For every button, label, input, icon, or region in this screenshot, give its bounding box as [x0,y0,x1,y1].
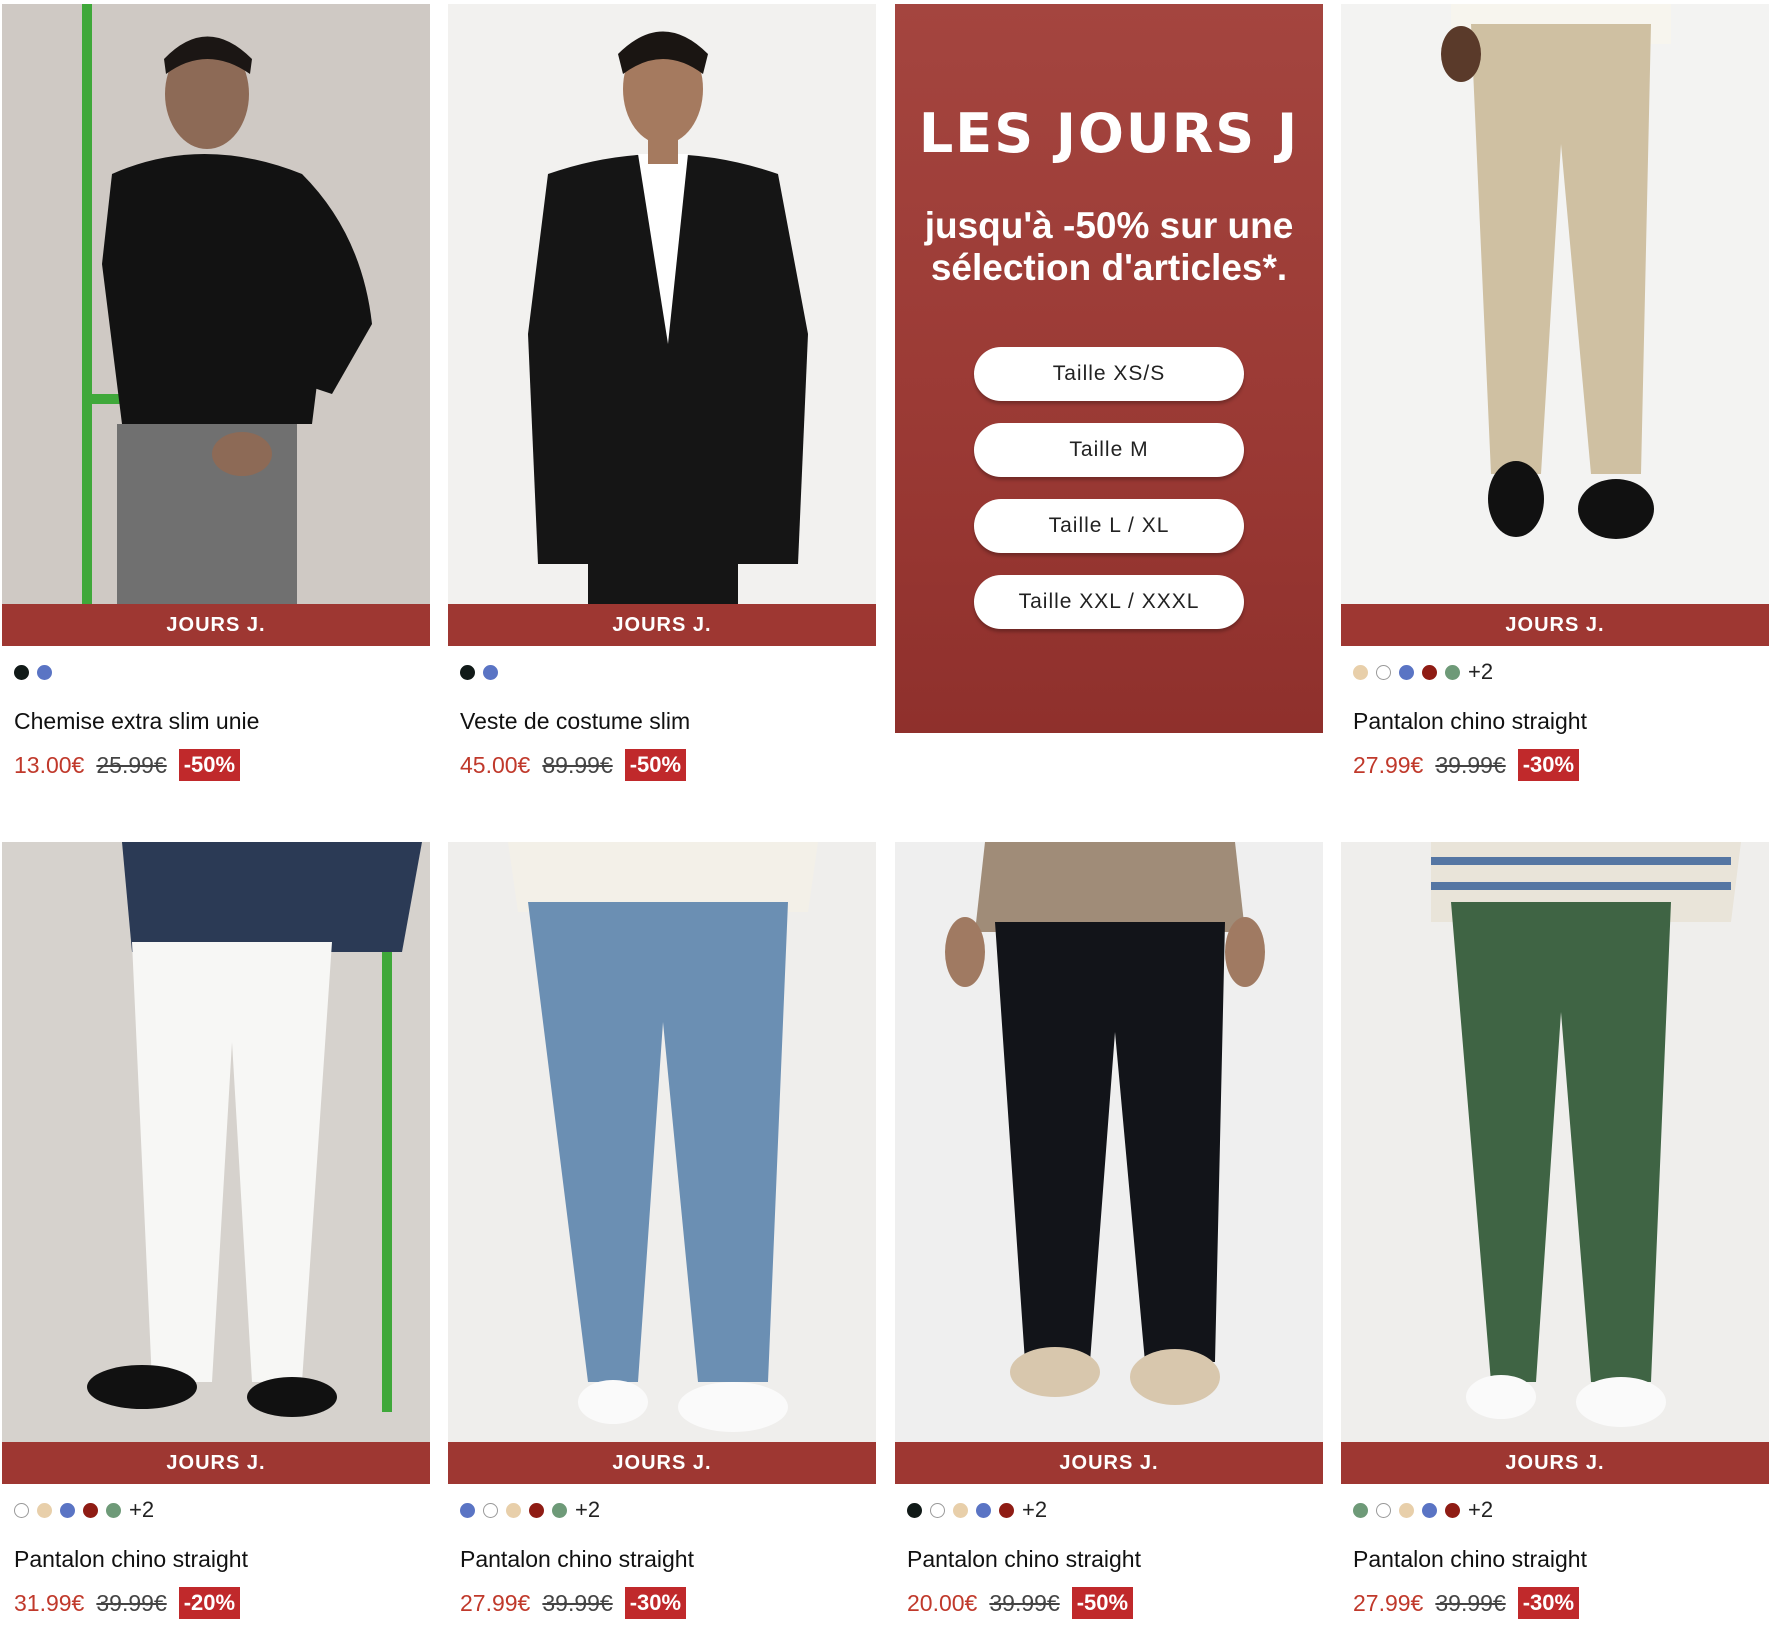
discount-badge: -30% [1517,1587,1580,1619]
color-swatch[interactable] [1353,664,1368,680]
discount-badge: -50% [178,749,241,781]
color-swatch[interactable] [1422,1502,1437,1518]
product-title[interactable]: Pantalon chino straight [1353,1546,1769,1573]
color-swatch[interactable] [460,664,475,680]
more-colors-count[interactable]: +2 [1468,659,1493,685]
promo-title: LES JOURS J [918,102,1300,165]
product-card[interactable]: JOURS J. Veste de costume slim 45.00€ 89… [448,4,876,781]
size-xxl-xxxl-button[interactable]: Taille XXL / XXXL [974,575,1244,629]
color-swatch[interactable] [83,1502,98,1518]
product-image-black-shirt[interactable] [2,4,430,604]
product-card[interactable]: JOURS J. +2 Pantalon chino straight 20.0… [895,842,1323,1619]
color-swatch[interactable] [14,664,29,680]
original-price: 25.99€ [96,751,167,778]
color-swatches: +2 [14,1496,430,1524]
product-card[interactable]: JOURS J. +2 Pantalon chino straight 27.9… [1341,842,1769,1619]
color-swatch[interactable] [1422,664,1437,680]
color-swatch[interactable] [483,664,498,680]
discount-badge: -50% [1071,1587,1134,1619]
color-swatches: +2 [1353,658,1769,686]
sale-price: 27.99€ [460,1589,531,1616]
discount-badge: -50% [624,749,687,781]
original-price: 39.99€ [1435,1589,1506,1616]
color-swatches: +2 [907,1496,1323,1524]
product-card[interactable]: JOURS J. +2 Pantalon chino straight 27.9… [448,842,876,1619]
color-swatch[interactable] [460,1502,475,1518]
size-xs-s-button[interactable]: Taille XS/S [974,347,1244,401]
product-image-black-chino[interactable] [895,842,1323,1442]
color-swatch[interactable] [483,1502,498,1518]
color-swatch[interactable] [14,1502,29,1518]
promo-ribbon: JOURS J. [448,1442,876,1484]
discount-badge: -20% [178,1587,241,1619]
more-colors-count[interactable]: +2 [129,1497,154,1523]
color-swatch[interactable] [106,1502,121,1518]
sale-price: 31.99€ [14,1589,85,1616]
promo-subtitle: jusqu'à -50% sur une sélection d'article… [924,205,1294,288]
product-card[interactable]: JOURS J. Chemise extra slim unie 13.00€ … [2,4,430,781]
color-swatches: +2 [460,1496,876,1524]
more-colors-count[interactable]: +2 [1022,1497,1047,1523]
original-price: 39.99€ [96,1589,167,1616]
product-title[interactable]: Pantalon chino straight [14,1546,430,1573]
color-swatch[interactable] [37,664,52,680]
size-buttons: Taille XS/S Taille M Taille L / XL Taill… [895,347,1323,629]
promo-ribbon: JOURS J. [2,1442,430,1484]
color-swatch[interactable] [37,1502,52,1518]
size-m-button[interactable]: Taille M [974,423,1244,477]
more-colors-count[interactable]: +2 [1468,1497,1493,1523]
sale-price: 20.00€ [907,1589,978,1616]
original-price: 39.99€ [542,1589,613,1616]
color-swatches [14,658,430,686]
color-swatch[interactable] [953,1502,968,1518]
color-swatch[interactable] [1399,664,1414,680]
color-swatch[interactable] [1445,664,1460,680]
color-swatch[interactable] [60,1502,75,1518]
original-price: 89.99€ [542,751,613,778]
color-swatches [460,658,876,686]
more-colors-count[interactable]: +2 [575,1497,600,1523]
promo-ribbon: JOURS J. [1341,1442,1769,1484]
sale-price: 27.99€ [1353,1589,1424,1616]
product-title[interactable]: Pantalon chino straight [460,1546,876,1573]
product-title[interactable]: Pantalon chino straight [907,1546,1323,1573]
promo-ribbon: JOURS J. [1341,604,1769,646]
product-card[interactable]: JOURS J. +2 Pantalon chino straight 27.9… [1341,4,1769,781]
product-title[interactable]: Chemise extra slim unie [14,708,430,735]
product-image-white-chino[interactable] [2,842,430,1442]
product-image-blue-chino[interactable] [448,842,876,1442]
promo-ribbon: JOURS J. [448,604,876,646]
product-title[interactable]: Pantalon chino straight [1353,708,1769,735]
sale-price: 27.99€ [1353,751,1424,778]
color-swatches: +2 [1353,1496,1769,1524]
color-swatch[interactable] [529,1502,544,1518]
discount-badge: -30% [1517,749,1580,781]
color-swatch[interactable] [1353,1502,1368,1518]
original-price: 39.99€ [1435,751,1506,778]
product-image-beige-chino[interactable] [1341,4,1769,604]
color-swatch[interactable] [552,1502,567,1518]
color-swatch[interactable] [976,1502,991,1518]
original-price: 39.99€ [989,1589,1060,1616]
promo-banner: LES JOURS J jusqu'à -50% sur une sélecti… [895,4,1323,733]
color-swatch[interactable] [930,1502,945,1518]
color-swatch[interactable] [907,1502,922,1518]
color-swatch[interactable] [1445,1502,1460,1518]
color-swatch[interactable] [999,1502,1014,1518]
color-swatch[interactable] [1376,664,1391,680]
product-card[interactable]: JOURS J. +2 Pantalon chino straight 31.9… [2,842,430,1619]
size-l-xl-button[interactable]: Taille L / XL [974,499,1244,553]
product-image-green-chino[interactable] [1341,842,1769,1442]
color-swatch[interactable] [1399,1502,1414,1518]
color-swatch[interactable] [1376,1502,1391,1518]
discount-badge: -30% [624,1587,687,1619]
sale-price: 13.00€ [14,751,85,778]
sale-price: 45.00€ [460,751,531,778]
product-image-black-suit-jacket[interactable] [448,4,876,604]
promo-ribbon: JOURS J. [895,1442,1323,1484]
product-title[interactable]: Veste de costume slim [460,708,876,735]
promo-ribbon: JOURS J. [2,604,430,646]
color-swatch[interactable] [506,1502,521,1518]
